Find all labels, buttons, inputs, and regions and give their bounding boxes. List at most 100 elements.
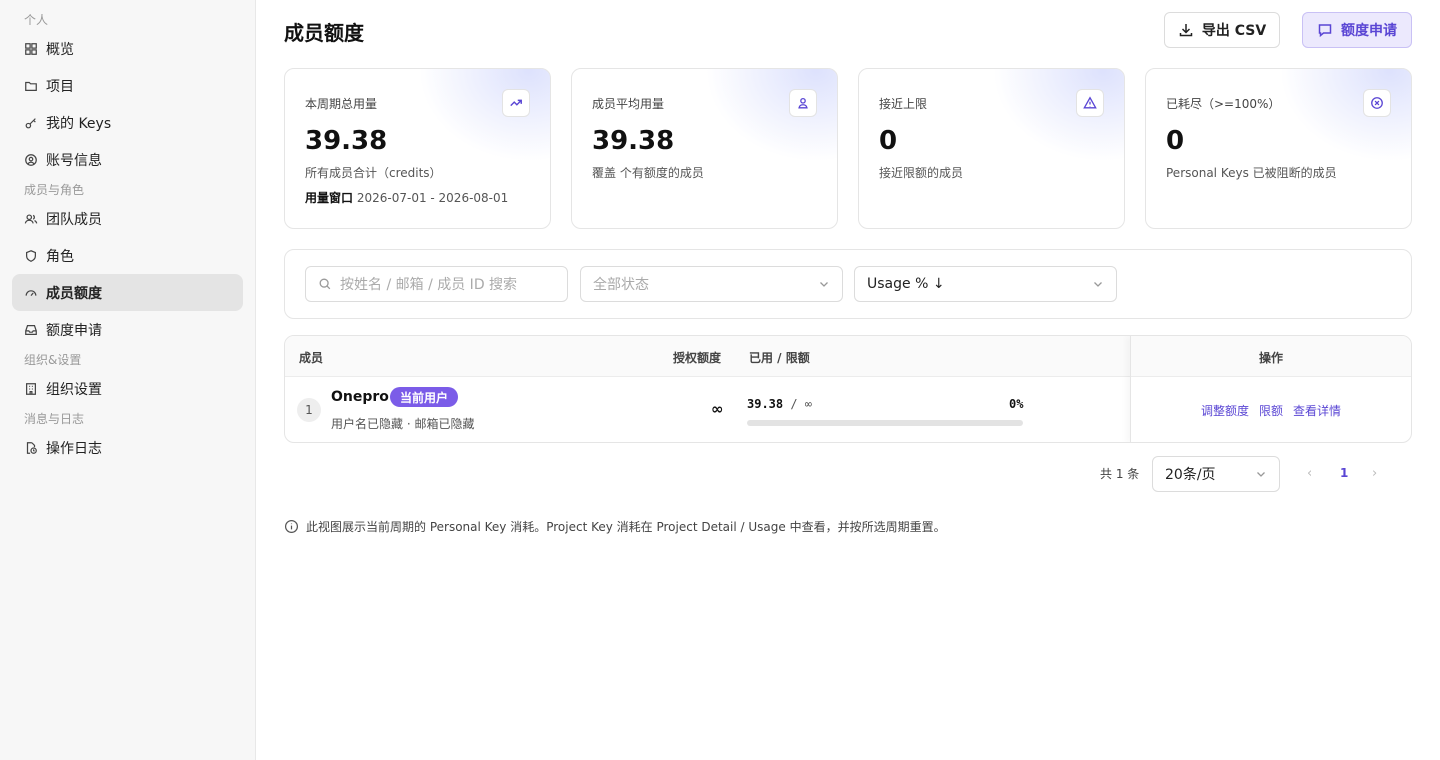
sort-select[interactable]: Usage % ↓	[854, 266, 1117, 302]
sidebar-item-my-keys[interactable]: 我的 Keys	[12, 104, 243, 141]
sidebar: 个人 概览 项目 我的 Keys 账号信息 成员与角色 团队成员 角色 成员额度…	[0, 0, 256, 760]
stat-card-title: 本周期总用量	[305, 97, 378, 111]
trending-up-icon	[502, 89, 530, 117]
sidebar-section-org: 组织&设置	[24, 353, 82, 367]
sidebar-item-label: 我的 Keys	[46, 115, 112, 132]
column-header-quota: 授权额度	[673, 351, 722, 365]
usage-window: 用量窗口 2026-07-01 - 2026-08-01	[305, 189, 530, 206]
sidebar-item-org-settings[interactable]: 组织设置	[12, 370, 243, 407]
sidebar-item-label: 团队成员	[46, 211, 102, 228]
sidebar-item-label: 额度申请	[46, 322, 102, 339]
stat-card-value: 39.38	[305, 126, 388, 156]
gauge-icon	[24, 286, 38, 300]
sidebar-item-label: 成员额度	[46, 285, 102, 302]
search-placeholder: 按姓名 / 邮箱 / 成员 ID 搜索	[340, 277, 518, 293]
stat-card-title: 接近上限	[879, 97, 928, 111]
stat-card-title: 成员平均用量	[592, 97, 665, 111]
granted-quota: ∞	[711, 400, 724, 418]
download-icon	[1179, 24, 1193, 37]
usage-window-value: 2026-07-01 - 2026-08-01	[356, 191, 509, 205]
user-circle-icon	[24, 153, 38, 167]
sidebar-item-label: 角色	[46, 248, 74, 265]
view-details-link[interactable]: 查看详情	[1293, 402, 1341, 419]
sidebar-item-team-members[interactable]: 团队成员	[12, 200, 243, 237]
shield-icon	[24, 249, 38, 263]
ops-column-divider	[1130, 336, 1411, 442]
sidebar-item-audit-log[interactable]: 操作日志	[12, 429, 243, 466]
stat-card-subtitle: 所有成员合计（credits）	[305, 166, 442, 180]
used-value: 39.38	[747, 397, 784, 411]
member-subtitle: 用户名已隐藏 · 邮箱已隐藏	[331, 417, 475, 431]
page-number-current[interactable]: 1	[1340, 466, 1348, 480]
info-note-text: 此视图展示当前周期的 Personal Key 消耗。Project Key 消…	[306, 520, 946, 534]
status-select[interactable]: 全部状态	[580, 266, 843, 302]
search-input[interactable]: 按姓名 / 邮箱 / 成员 ID 搜索	[305, 266, 568, 302]
column-header-member: 成员	[299, 351, 324, 365]
export-csv-button[interactable]: 导出 CSV	[1164, 12, 1280, 48]
adjust-quota-link[interactable]: 调整额度	[1201, 402, 1249, 419]
sidebar-item-projects[interactable]: 项目	[12, 67, 243, 104]
stat-card-title: 已耗尽（>=100%）	[1166, 97, 1281, 111]
grid-icon	[24, 42, 38, 56]
stat-card-subtitle: 接近限额的成员	[879, 166, 964, 180]
usage-percent: 0%	[1009, 397, 1024, 411]
key-icon	[24, 116, 38, 130]
sidebar-section-personal: 个人	[24, 13, 49, 27]
usage-progress-bar	[747, 420, 1023, 426]
stat-card-avg-usage: 成员平均用量 39.38 覆盖 个有额度的成员	[571, 68, 838, 229]
filter-bar: 按姓名 / 邮箱 / 成员 ID 搜索 全部状态 Usage % ↓	[284, 249, 1412, 319]
sidebar-item-label: 组织设置	[46, 381, 102, 398]
stat-card-exhausted: 已耗尽（>=100%） 0 Personal Keys 已被阻断的成员	[1145, 68, 1412, 229]
sidebar-item-member-quota[interactable]: 成员额度	[12, 274, 243, 311]
sidebar-item-quota-requests[interactable]: 额度申请	[12, 311, 243, 348]
row-index: 1	[297, 398, 321, 422]
stat-card-value: 0	[1166, 126, 1185, 156]
file-clock-icon	[24, 441, 38, 455]
stat-card-subtitle: Personal Keys 已被阻断的成员	[1166, 166, 1337, 180]
message-icon	[1318, 24, 1332, 38]
sidebar-item-label: 账号信息	[46, 152, 102, 169]
sidebar-section-logs: 消息与日志	[24, 412, 85, 426]
sort-select-value: Usage % ↓	[867, 276, 945, 292]
sidebar-item-label: 概览	[46, 41, 74, 58]
building-icon	[24, 382, 38, 396]
sidebar-section-members: 成员与角色	[24, 183, 85, 197]
pagination-total: 共 1 条	[1100, 467, 1140, 481]
chevron-down-icon	[820, 282, 828, 287]
used-limit: 39.38 / ∞	[747, 397, 812, 411]
member-quota-table: 成员 授权额度 已用 / 限额 操作 1 Onepro 当前用户 用户名已隐藏 …	[284, 335, 1412, 443]
current-user-badge: 当前用户	[390, 387, 459, 407]
inbox-icon	[24, 323, 38, 337]
limit-link[interactable]: 限额	[1259, 402, 1283, 419]
page-size-select[interactable]: 20条/页	[1152, 456, 1280, 492]
chevron-left-icon[interactable]: ‹	[1307, 466, 1312, 481]
stat-card-total-usage: 本周期总用量 39.38 所有成员合计（credits） 用量窗口 2026-0…	[284, 68, 551, 229]
users-icon	[24, 212, 38, 226]
sidebar-item-roles[interactable]: 角色	[12, 237, 243, 274]
sidebar-item-overview[interactable]: 概览	[12, 30, 243, 67]
sidebar-item-account[interactable]: 账号信息	[12, 141, 243, 178]
folder-icon	[24, 79, 38, 93]
x-circle-icon	[1363, 89, 1391, 117]
quota-request-button[interactable]: 额度申请	[1302, 12, 1412, 48]
stat-card-value: 39.38	[592, 126, 675, 156]
stat-card-near-limit: 接近上限 0 接近限额的成员	[858, 68, 1125, 229]
page-size-value: 20条/页	[1165, 467, 1216, 483]
member-name: Onepro	[331, 389, 389, 405]
sidebar-item-label: 操作日志	[46, 440, 102, 457]
limit-value: / ∞	[790, 397, 813, 411]
user-icon	[789, 89, 817, 117]
usage-window-label: 用量窗口	[305, 191, 354, 205]
sidebar-item-label: 项目	[46, 78, 74, 95]
page-title: 成员额度	[284, 21, 364, 45]
export-csv-label: 导出 CSV	[1201, 23, 1267, 39]
warning-icon	[1076, 89, 1104, 117]
stat-card-subtitle: 覆盖 个有额度的成员	[592, 166, 704, 180]
search-icon	[319, 278, 331, 290]
chevron-right-icon[interactable]: ›	[1372, 466, 1377, 481]
quota-request-label: 额度申请	[1341, 23, 1397, 39]
status-select-value: 全部状态	[593, 277, 649, 293]
chevron-down-icon	[1094, 282, 1102, 287]
stat-card-value: 0	[879, 126, 898, 156]
chevron-down-icon	[1257, 472, 1265, 477]
